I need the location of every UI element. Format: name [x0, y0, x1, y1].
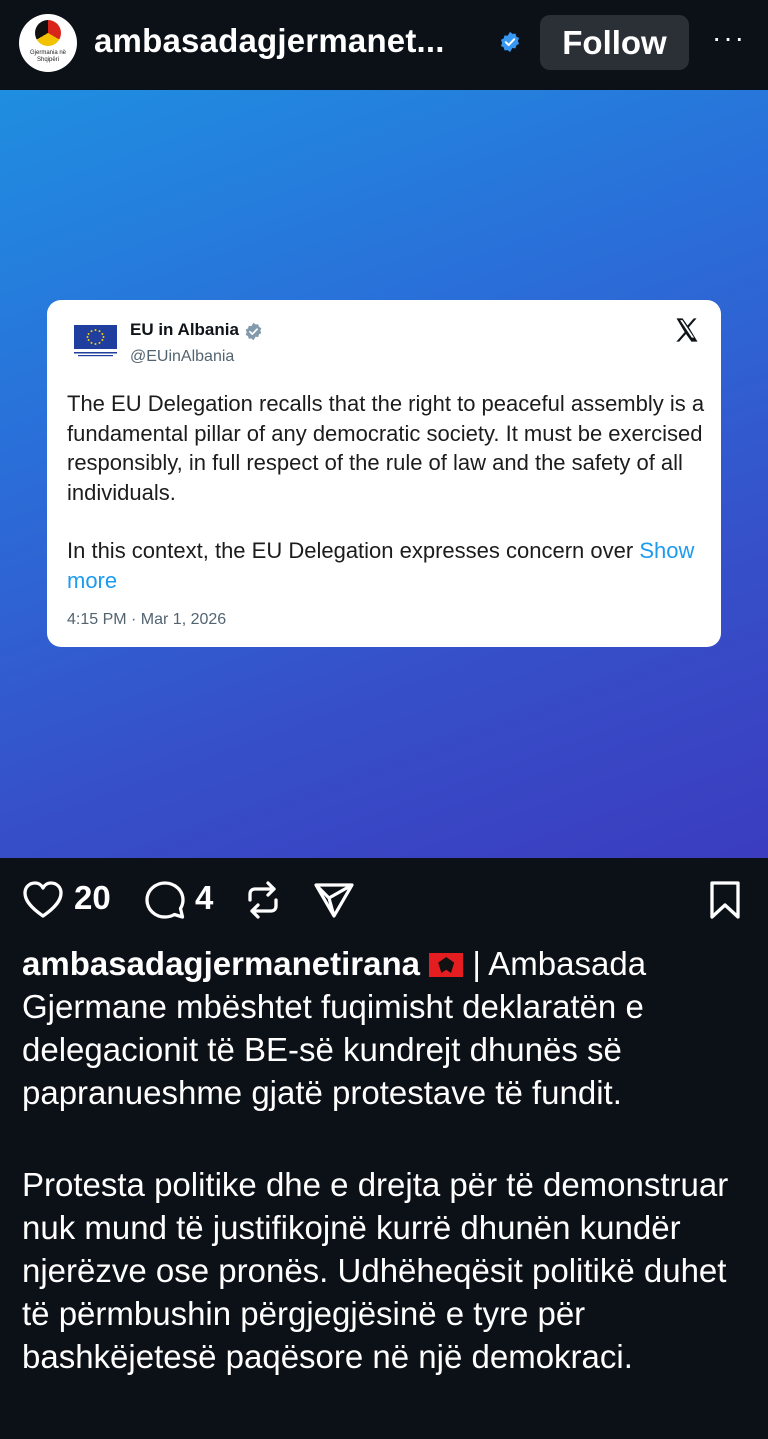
tweet-author-name[interactable]: EU in Albania: [130, 320, 239, 340]
tweet-paragraph: The EU Delegation recalls that the right…: [67, 391, 705, 505]
avatar-caption: Gjermania në Shqipëri: [29, 50, 67, 63]
embassy-logo-icon: [35, 20, 61, 46]
tweet-paragraph: In this context, the EU Delegation expre…: [67, 536, 707, 595]
comment-count[interactable]: 4: [195, 879, 213, 917]
heart-icon[interactable]: [22, 880, 64, 920]
post-header: Gjermania në Shqipëri ambasadagjermanet.…: [0, 0, 768, 88]
caption-paragraph: Protesta politike dhe e drejta për të de…: [22, 1166, 729, 1375]
repost-icon[interactable]: [244, 880, 282, 920]
eu-flag-icon: [74, 325, 117, 357]
tweet-text: The EU Delegation recalls that the right…: [67, 389, 707, 595]
follow-button[interactable]: Follow: [540, 15, 689, 70]
post-image[interactable]: EU in Albania @EUinAlbania The EU Delega…: [0, 90, 768, 858]
post-actions-bar: 20 4: [0, 860, 768, 940]
bookmark-icon[interactable]: [708, 880, 742, 920]
tweet-verified-icon: [245, 322, 262, 341]
more-options-icon[interactable]: ···: [712, 22, 746, 54]
caption-username[interactable]: ambasadagjermanetirana: [22, 945, 420, 982]
share-icon[interactable]: [313, 881, 355, 919]
tweet-author-handle[interactable]: @EUinAlbania: [130, 348, 234, 366]
profile-avatar[interactable]: Gjermania në Shqipëri: [19, 14, 77, 72]
comment-icon[interactable]: [144, 880, 186, 920]
albania-flag-icon: [429, 953, 464, 977]
x-logo-icon: [676, 318, 698, 342]
like-count[interactable]: 20: [74, 879, 111, 917]
caption-paragraph: ambasadagjermanetirana | Ambasada Gjerma…: [22, 942, 742, 1114]
tweet-paragraph-text: In this context, the EU Delegation expre…: [67, 538, 640, 563]
post-caption: ambasadagjermanetirana | Ambasada Gjerma…: [22, 942, 742, 1378]
tweet-timestamp: 4:15 PM · Mar 1, 2026: [67, 611, 227, 628]
verified-badge-icon: [500, 31, 520, 53]
tweet-card: EU in Albania @EUinAlbania The EU Delega…: [47, 300, 721, 647]
post-username[interactable]: ambasadagjermanet...: [94, 22, 445, 60]
